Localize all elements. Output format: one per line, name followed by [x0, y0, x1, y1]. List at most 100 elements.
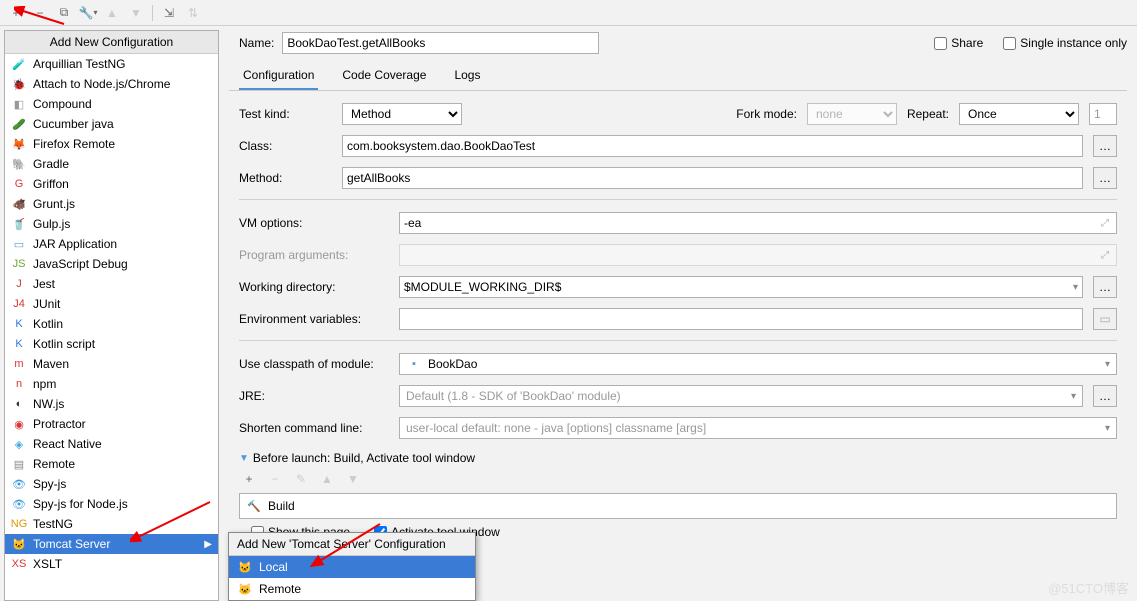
type-icon: ▭ — [11, 236, 27, 252]
class-input[interactable] — [342, 135, 1083, 157]
share-checkbox[interactable]: Share — [934, 36, 983, 50]
submenu-local[interactable]: 🐱Local — [229, 556, 475, 578]
repeat-count-input[interactable] — [1089, 103, 1117, 125]
submenu-header: Add New 'Tomcat Server' Configuration — [229, 533, 475, 556]
program-args-label: Program arguments: — [239, 248, 389, 262]
config-type-attach-to-node-js-chrome[interactable]: 🐞Attach to Node.js/Chrome — [5, 74, 218, 94]
type-icon: 🐞 — [11, 76, 27, 92]
config-type-jest[interactable]: JJest — [5, 274, 218, 294]
config-type-spy-js[interactable]: 👁 Spy-js — [5, 474, 218, 494]
config-type-kotlin[interactable]: KKotlin — [5, 314, 218, 334]
config-type-testng[interactable]: NGTestNG — [5, 514, 218, 534]
config-type-compound[interactable]: ◧Compound — [5, 94, 218, 114]
config-type-gradle[interactable]: 🐘 Gradle — [5, 154, 218, 174]
build-task-item[interactable]: 🔨 Build — [240, 494, 1116, 518]
expand-icon[interactable]: ⤢ — [1098, 218, 1112, 229]
config-type-spy-js-for-node-js[interactable]: 👁Spy-js for Node.js — [5, 494, 218, 514]
config-type-gulp-js[interactable]: 🥤Gulp.js — [5, 214, 218, 234]
type-icon: ◐ — [11, 396, 27, 412]
env-browse-button[interactable]: ▭ — [1093, 308, 1117, 330]
config-type-kotlin-script[interactable]: KKotlin script — [5, 334, 218, 354]
config-type-tomcat-server[interactable]: 🐱Tomcat Server▶ — [5, 534, 218, 554]
repeat-select[interactable]: Once — [959, 103, 1079, 125]
type-icon: JS — [11, 256, 27, 272]
type-icon: 🐗 — [11, 196, 27, 212]
down-icon[interactable]: ▼ — [126, 3, 146, 23]
collapse-icon[interactable]: ▼ — [239, 453, 249, 464]
vm-options-value[interactable]: -ea — [404, 216, 1098, 230]
method-input[interactable] — [342, 167, 1083, 189]
type-icon: n — [11, 376, 27, 392]
config-type-grunt-js[interactable]: 🐗 Grunt.js — [5, 194, 218, 214]
type-label: Protractor — [33, 417, 86, 431]
test-kind-select[interactable]: Method — [342, 103, 462, 125]
jre-browse-button[interactable]: … — [1093, 385, 1117, 407]
wrench-icon[interactable]: 🔧▾ — [78, 3, 98, 23]
test-kind-label: Test kind: — [239, 107, 332, 121]
config-type-react-native[interactable]: ◈React Native — [5, 434, 218, 454]
add-icon[interactable]: + — [6, 3, 26, 23]
type-icon: 👁 — [11, 476, 27, 492]
type-icon: ▤ — [11, 456, 27, 472]
type-label: Spy-js for Node.js — [33, 497, 128, 511]
workdir-value[interactable]: $MODULE_WORKING_DIR$ — [404, 280, 1073, 294]
type-label: JUnit — [33, 297, 60, 311]
edit-task-icon[interactable]: ✎ — [291, 469, 311, 489]
type-label: Gradle — [33, 157, 69, 171]
config-type-npm[interactable]: nnpm — [5, 374, 218, 394]
config-type-xslt[interactable]: XSXSLT — [5, 554, 218, 574]
classpath-label: Use classpath of module: — [239, 357, 389, 371]
type-icon: 🦊 — [11, 136, 27, 152]
type-icon: 🧪 — [11, 56, 27, 72]
config-type-griffon[interactable]: GGriffon — [5, 174, 218, 194]
type-icon: J4 — [11, 296, 27, 312]
before-launch-list[interactable]: 🔨 Build — [239, 493, 1117, 519]
config-type-protractor[interactable]: ◉Protractor — [5, 414, 218, 434]
classpath-module-select[interactable]: ▪ BookDao▾ — [399, 353, 1117, 375]
type-icon: NG — [11, 516, 27, 532]
config-type-jar-application[interactable]: ▭JAR Application — [5, 234, 218, 254]
type-icon: 🐱 — [11, 536, 27, 552]
vm-options-label: VM options: — [239, 216, 389, 230]
chevron-down-icon[interactable]: ▾ — [1073, 282, 1078, 293]
config-type-javascript-debug[interactable]: JSJavaScript Debug — [5, 254, 218, 274]
tab-code-coverage[interactable]: Code Coverage — [338, 62, 430, 90]
type-label: Jest — [33, 277, 55, 291]
config-type-list[interactable]: 🧪Arquillian TestNG🐞Attach to Node.js/Chr… — [5, 54, 218, 600]
shorten-select[interactable]: user-local default: none - java [options… — [399, 417, 1117, 439]
method-browse-button[interactable]: … — [1093, 167, 1117, 189]
remove-task-icon[interactable]: − — [265, 469, 285, 489]
config-type-firefox-remote[interactable]: 🦊 Firefox Remote — [5, 134, 218, 154]
up-icon[interactable]: ▲ — [102, 3, 122, 23]
env-input[interactable] — [399, 308, 1083, 330]
expand-icon: ⤢ — [1098, 250, 1112, 261]
type-icon: 🐘 — [11, 156, 27, 172]
workdir-browse-button[interactable]: … — [1093, 276, 1117, 298]
type-icon: K — [11, 316, 27, 332]
remove-icon[interactable]: − — [30, 3, 50, 23]
name-input[interactable] — [282, 32, 599, 54]
tab-configuration[interactable]: Configuration — [239, 62, 318, 90]
task-up-icon[interactable]: ▲ — [317, 469, 337, 489]
class-browse-button[interactable]: … — [1093, 135, 1117, 157]
type-label: Spy-js — [33, 477, 66, 491]
submenu-remote[interactable]: 🐱Remote — [229, 578, 475, 600]
type-label: Firefox Remote — [33, 137, 115, 151]
config-type-cucumber-java[interactable]: 🥒Cucumber java — [5, 114, 218, 134]
config-type-remote[interactable]: ▤ Remote — [5, 454, 218, 474]
tab-logs[interactable]: Logs — [450, 62, 484, 90]
fork-mode-select[interactable]: none — [807, 103, 897, 125]
copy-icon[interactable]: ⧉ — [54, 3, 74, 23]
config-type-arquillian-testng[interactable]: 🧪Arquillian TestNG — [5, 54, 218, 74]
export-icon[interactable]: ⇲ — [159, 3, 179, 23]
task-down-icon[interactable]: ▼ — [343, 469, 363, 489]
config-type-maven[interactable]: mMaven — [5, 354, 218, 374]
config-type-nw-js[interactable]: ◐NW.js — [5, 394, 218, 414]
sort-icon[interactable]: ⇅ — [183, 3, 203, 23]
single-instance-checkbox[interactable]: Single instance only — [1003, 36, 1127, 50]
type-label: Grunt.js — [33, 197, 75, 211]
jre-select[interactable]: Default (1.8 - SDK of 'BookDao' module)▾ — [399, 385, 1083, 407]
add-task-icon[interactable]: + — [239, 469, 259, 489]
config-type-junit[interactable]: J4 JUnit — [5, 294, 218, 314]
type-label: Remote — [33, 457, 75, 471]
